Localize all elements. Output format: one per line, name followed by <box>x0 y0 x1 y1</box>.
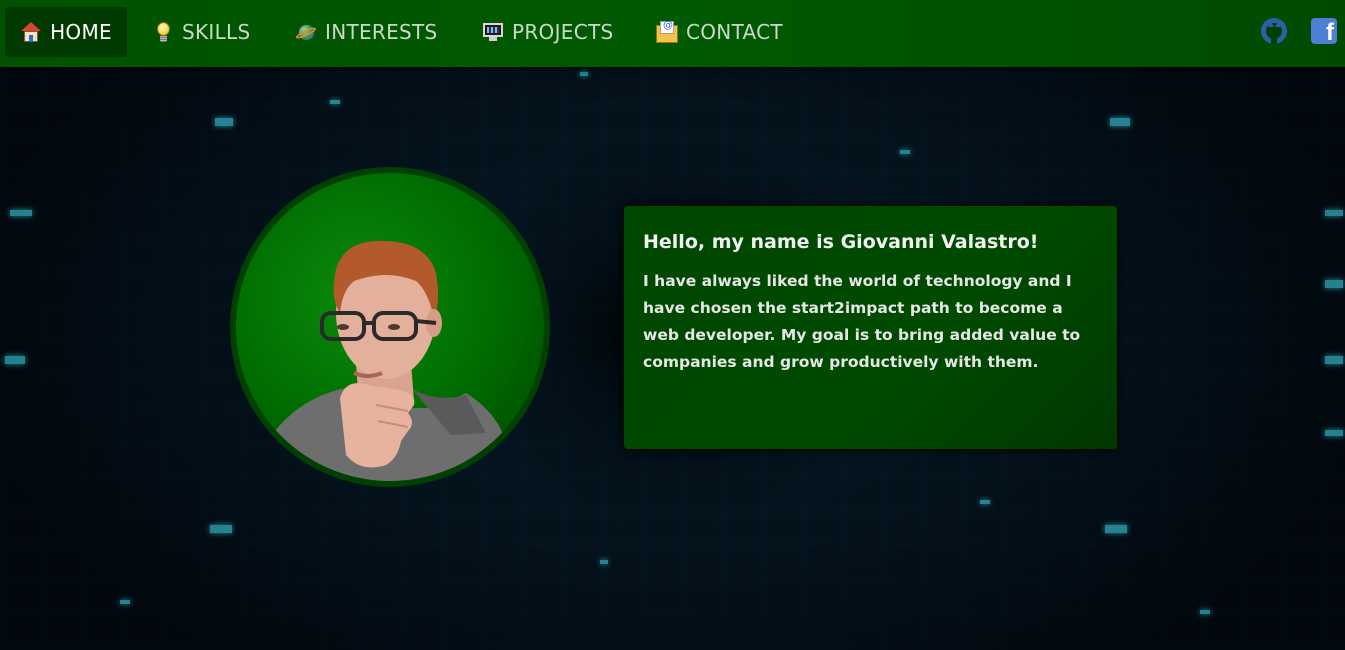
nav-item-label: PROJECTS <box>512 20 614 44</box>
avatar <box>230 167 550 487</box>
bg-light <box>600 560 608 564</box>
nav-item-home[interactable]: HOME <box>5 7 127 57</box>
nav-item-projects[interactable]: PROJECTS <box>482 7 614 57</box>
nav-item-skills[interactable]: SKILLS <box>152 7 251 57</box>
bg-light <box>1325 430 1343 436</box>
bg-light <box>215 118 233 126</box>
nav-item-label: CONTACT <box>686 20 783 44</box>
house-icon <box>20 21 42 43</box>
bg-light <box>1110 118 1130 126</box>
nav-item-label: SKILLS <box>182 20 251 44</box>
bg-light <box>120 600 130 604</box>
globe-icon <box>294 21 318 43</box>
bg-light <box>1105 525 1127 533</box>
nav-item-interests[interactable]: INTERESTS <box>294 7 438 57</box>
monitor-icon <box>482 21 504 43</box>
intro-card: Hello, my name is Giovanni Valastro! I h… <box>622 204 1119 451</box>
bg-light <box>1325 210 1343 216</box>
profile-photo <box>266 240 506 481</box>
bg-light <box>980 500 990 504</box>
bg-light <box>580 72 588 76</box>
bg-light <box>1325 280 1343 288</box>
nav-item-contact[interactable]: CONTACT <box>656 7 783 57</box>
bg-light <box>210 525 232 533</box>
intro-title: Hello, my name is Giovanni Valastro! <box>643 231 1039 253</box>
mail-icon <box>656 20 678 43</box>
bg-light <box>330 100 340 104</box>
facebook-icon[interactable]: f <box>1311 18 1337 44</box>
bg-light <box>5 356 25 364</box>
top-navbar: HOME SKILLS INTERESTS PROJECTS CONTACT f <box>0 0 1345 67</box>
bg-light <box>900 150 910 154</box>
lightbulb-icon <box>152 21 174 43</box>
bg-light <box>1200 610 1210 614</box>
intro-text: I have always liked the world of technol… <box>643 272 1081 371</box>
bg-light <box>1325 356 1343 364</box>
nav-item-label: HOME <box>50 20 112 44</box>
nav-item-label: INTERESTS <box>325 20 438 44</box>
bg-light <box>10 210 32 216</box>
github-icon[interactable] <box>1261 18 1287 44</box>
